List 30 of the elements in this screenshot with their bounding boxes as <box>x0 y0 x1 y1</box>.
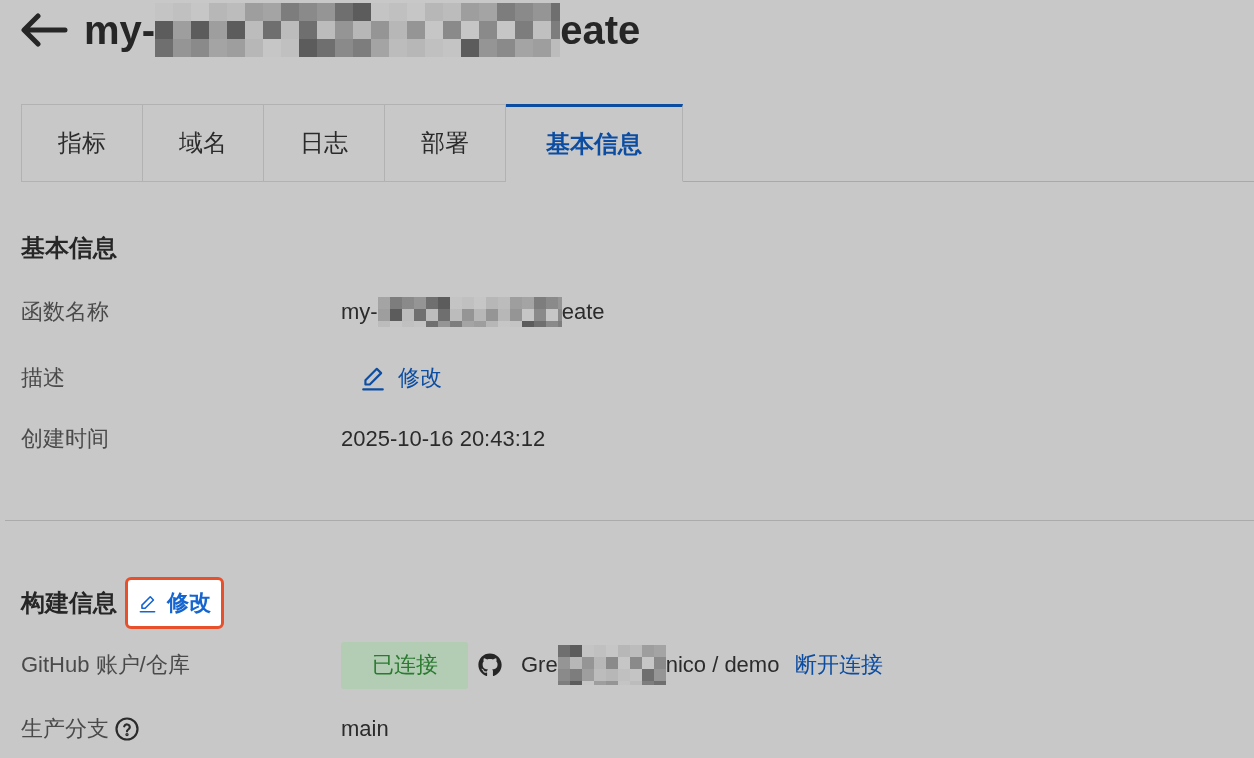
field-label: 生产分支 <box>21 715 109 743</box>
field-label: 创建时间 <box>21 425 109 453</box>
edit-button[interactable]: 修改 <box>125 577 224 629</box>
field-value: main <box>341 716 389 742</box>
page-title-start: my- <box>84 10 156 50</box>
disconnect-link[interactable]: 断开连接 <box>795 650 884 680</box>
back-arrow-icon <box>21 13 68 47</box>
section-heading: 基本信息 <box>21 233 117 263</box>
tab[interactable]: 部署 <box>385 104 506 182</box>
tab[interactable]: 日志 <box>264 104 385 182</box>
function-name-start: my- <box>341 299 378 325</box>
connected-badge: 已连接 <box>341 641 468 689</box>
field-label: 函数名称 <box>21 298 109 326</box>
octocat-icon <box>478 653 502 677</box>
function-name-end: eate <box>561 299 605 325</box>
pencil-icon <box>360 365 386 391</box>
account-name-start: Gre <box>521 652 558 678</box>
page-title-end: eate <box>560 10 641 50</box>
repo-name: nico / demo <box>665 652 780 678</box>
edit-link[interactable]: 修改 <box>360 363 442 393</box>
tab[interactable]: 域名 <box>143 104 264 182</box>
pencil-icon <box>138 593 157 613</box>
field-label: GitHub 账户/仓库 <box>21 651 190 679</box>
tab[interactable]: 指标 <box>21 104 143 182</box>
back-button[interactable] <box>21 13 68 47</box>
help-icon[interactable] <box>115 717 139 741</box>
tab[interactable]: 基本信息 <box>506 104 683 182</box>
field-label: 描述 <box>21 364 65 392</box>
field-value: 2025-10-16 20:43:12 <box>341 426 546 452</box>
section-heading: 构建信息 <box>21 588 117 618</box>
